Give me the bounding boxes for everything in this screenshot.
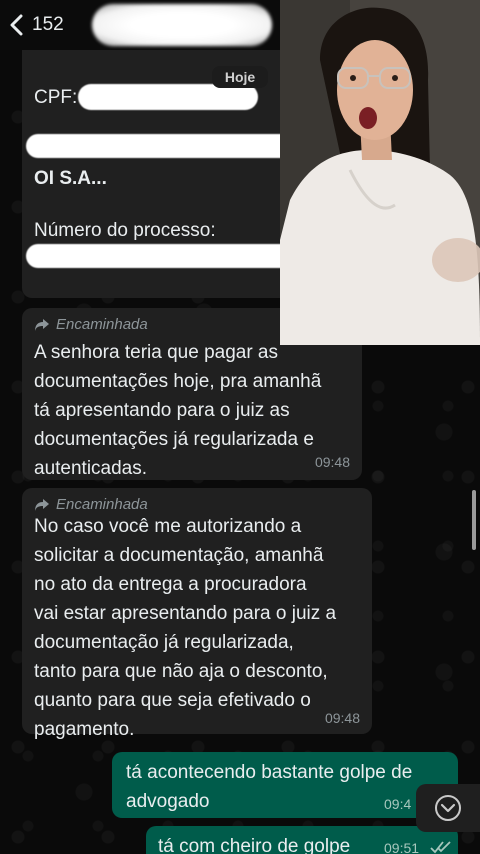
message-bubble-details[interactable]: CPF: OI S.A... Número do processo: (22, 50, 326, 298)
message-text: tá acontecendo bastante golpe de advogad… (126, 762, 413, 812)
forward-arrow-icon (35, 498, 49, 511)
process-number-label: Número do processo: (34, 220, 216, 241)
back-chevron-icon (10, 14, 23, 36)
message-text: No caso você me autorizando a solicitar … (34, 516, 337, 740)
message-time: 09:4 (384, 796, 412, 812)
read-ticks-icon (430, 841, 451, 854)
message-time: 09:48 (324, 710, 360, 726)
presenter-illustration (280, 0, 480, 345)
chevron-down-icon (435, 795, 461, 821)
message-bubble-outgoing-1[interactable]: tá acontecendo bastante golpe de advogad… (112, 752, 458, 818)
message-text: A senhora teria que pagar as documentaçõ… (34, 342, 322, 479)
message-bubble-outgoing-2[interactable]: tá com cheiro de golpe 09:51 (146, 826, 458, 854)
message-time: 09:51 (384, 840, 420, 854)
date-chip: Hoje (212, 66, 268, 88)
forwarded-label: Encaminhada (34, 496, 148, 513)
message-text: tá com cheiro de golpe (158, 836, 351, 854)
scroll-to-bottom-button[interactable] (416, 784, 480, 832)
cpf-label: CPF: (34, 87, 78, 108)
contact-name-redacted[interactable] (92, 4, 272, 46)
unread-count: 152 (32, 14, 64, 35)
company-name: OI S.A... (34, 168, 107, 189)
forward-arrow-icon (35, 318, 49, 331)
presenter-video-overlay (280, 0, 480, 345)
scrollbar[interactable] (472, 490, 476, 550)
message-time: 09:48 (314, 454, 350, 470)
forwarded-label: Encaminhada (34, 316, 148, 333)
message-bubble-forwarded-2[interactable]: Encaminhada No caso você me autorizando … (22, 488, 372, 740)
back-button[interactable]: 152 (8, 8, 64, 42)
